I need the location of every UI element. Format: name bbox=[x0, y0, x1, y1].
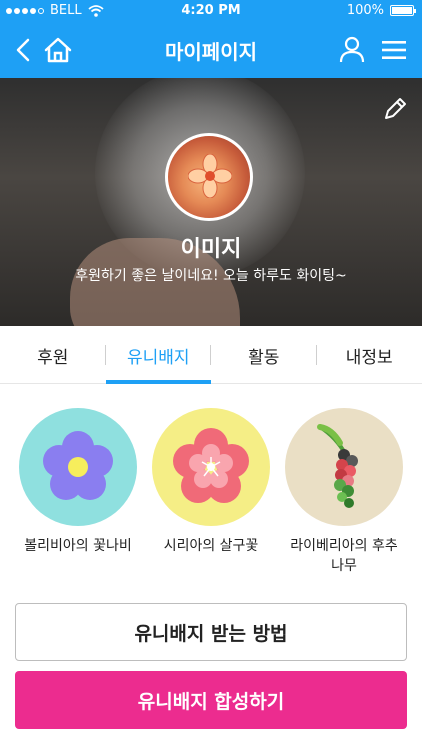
tab-unibadge[interactable]: 유니배지 bbox=[105, 326, 211, 384]
status-bar: BELL 4:20 PM 100% bbox=[0, 0, 422, 22]
battery-percent: 100% bbox=[346, 3, 384, 18]
tab-label: 유니배지 bbox=[126, 347, 190, 368]
battery-icon bbox=[390, 5, 416, 16]
badge-label: 라이베리아의 후추나무 bbox=[290, 538, 398, 574]
profile-greeting: 후원하기 좋은 날이네요! 오늘 하루도 화이팅~ bbox=[75, 268, 347, 284]
pencil-icon bbox=[385, 98, 406, 119]
app-bar: 마이페이지 bbox=[0, 22, 422, 78]
status-right: 100% bbox=[346, 3, 416, 18]
tab-my-info[interactable]: 내정보 bbox=[317, 326, 422, 384]
tab-label: 후원 bbox=[37, 347, 69, 368]
menu-button[interactable] bbox=[374, 30, 414, 70]
apricot-blossom-icon bbox=[173, 428, 249, 503]
badge-circle bbox=[19, 408, 137, 526]
badge-circle bbox=[152, 408, 270, 526]
badge-label: 시리아의 살구꽃 bbox=[163, 538, 259, 554]
avatar[interactable] bbox=[165, 133, 253, 221]
avatar-flower-image bbox=[188, 154, 232, 198]
how-to-get-badge-button[interactable]: 유니배지 받는 방법 bbox=[15, 603, 407, 661]
badge-list: 볼리비아의 꽃나비 시리아의 살구꽃 라이베리아의 후추나무 bbox=[0, 408, 422, 574]
pepper-tree-icon bbox=[317, 424, 358, 508]
flower-icon bbox=[43, 431, 113, 500]
active-tab-indicator bbox=[105, 380, 211, 384]
badge-label: 볼리비아의 꽃나비 bbox=[24, 538, 132, 554]
user-button[interactable] bbox=[332, 30, 372, 70]
profile-header: 이미지 후원하기 좋은 날이네요! 오늘 하루도 화이팅~ bbox=[0, 78, 422, 326]
profile-name: 이미지 bbox=[180, 237, 242, 262]
edit-profile-button[interactable] bbox=[380, 94, 410, 124]
tab-label: 내정보 bbox=[345, 347, 393, 368]
badge-item[interactable]: 시리아의 살구꽃 bbox=[151, 408, 271, 556]
hamburger-icon bbox=[382, 41, 406, 59]
tab-label: 활동 bbox=[248, 347, 280, 368]
tab-bar: 후원 유니배지 활동 내정보 bbox=[0, 326, 422, 384]
user-icon bbox=[339, 36, 365, 63]
badge-item[interactable]: 라이베리아의 후추나무 bbox=[284, 408, 404, 576]
badge-item[interactable]: 볼리비아의 꽃나비 bbox=[18, 408, 138, 556]
badge-circle bbox=[285, 408, 403, 526]
tab-activity[interactable]: 활동 bbox=[211, 326, 317, 384]
combine-badge-button[interactable]: 유니배지 합성하기 bbox=[15, 671, 407, 729]
tab-support[interactable]: 후원 bbox=[0, 326, 106, 384]
